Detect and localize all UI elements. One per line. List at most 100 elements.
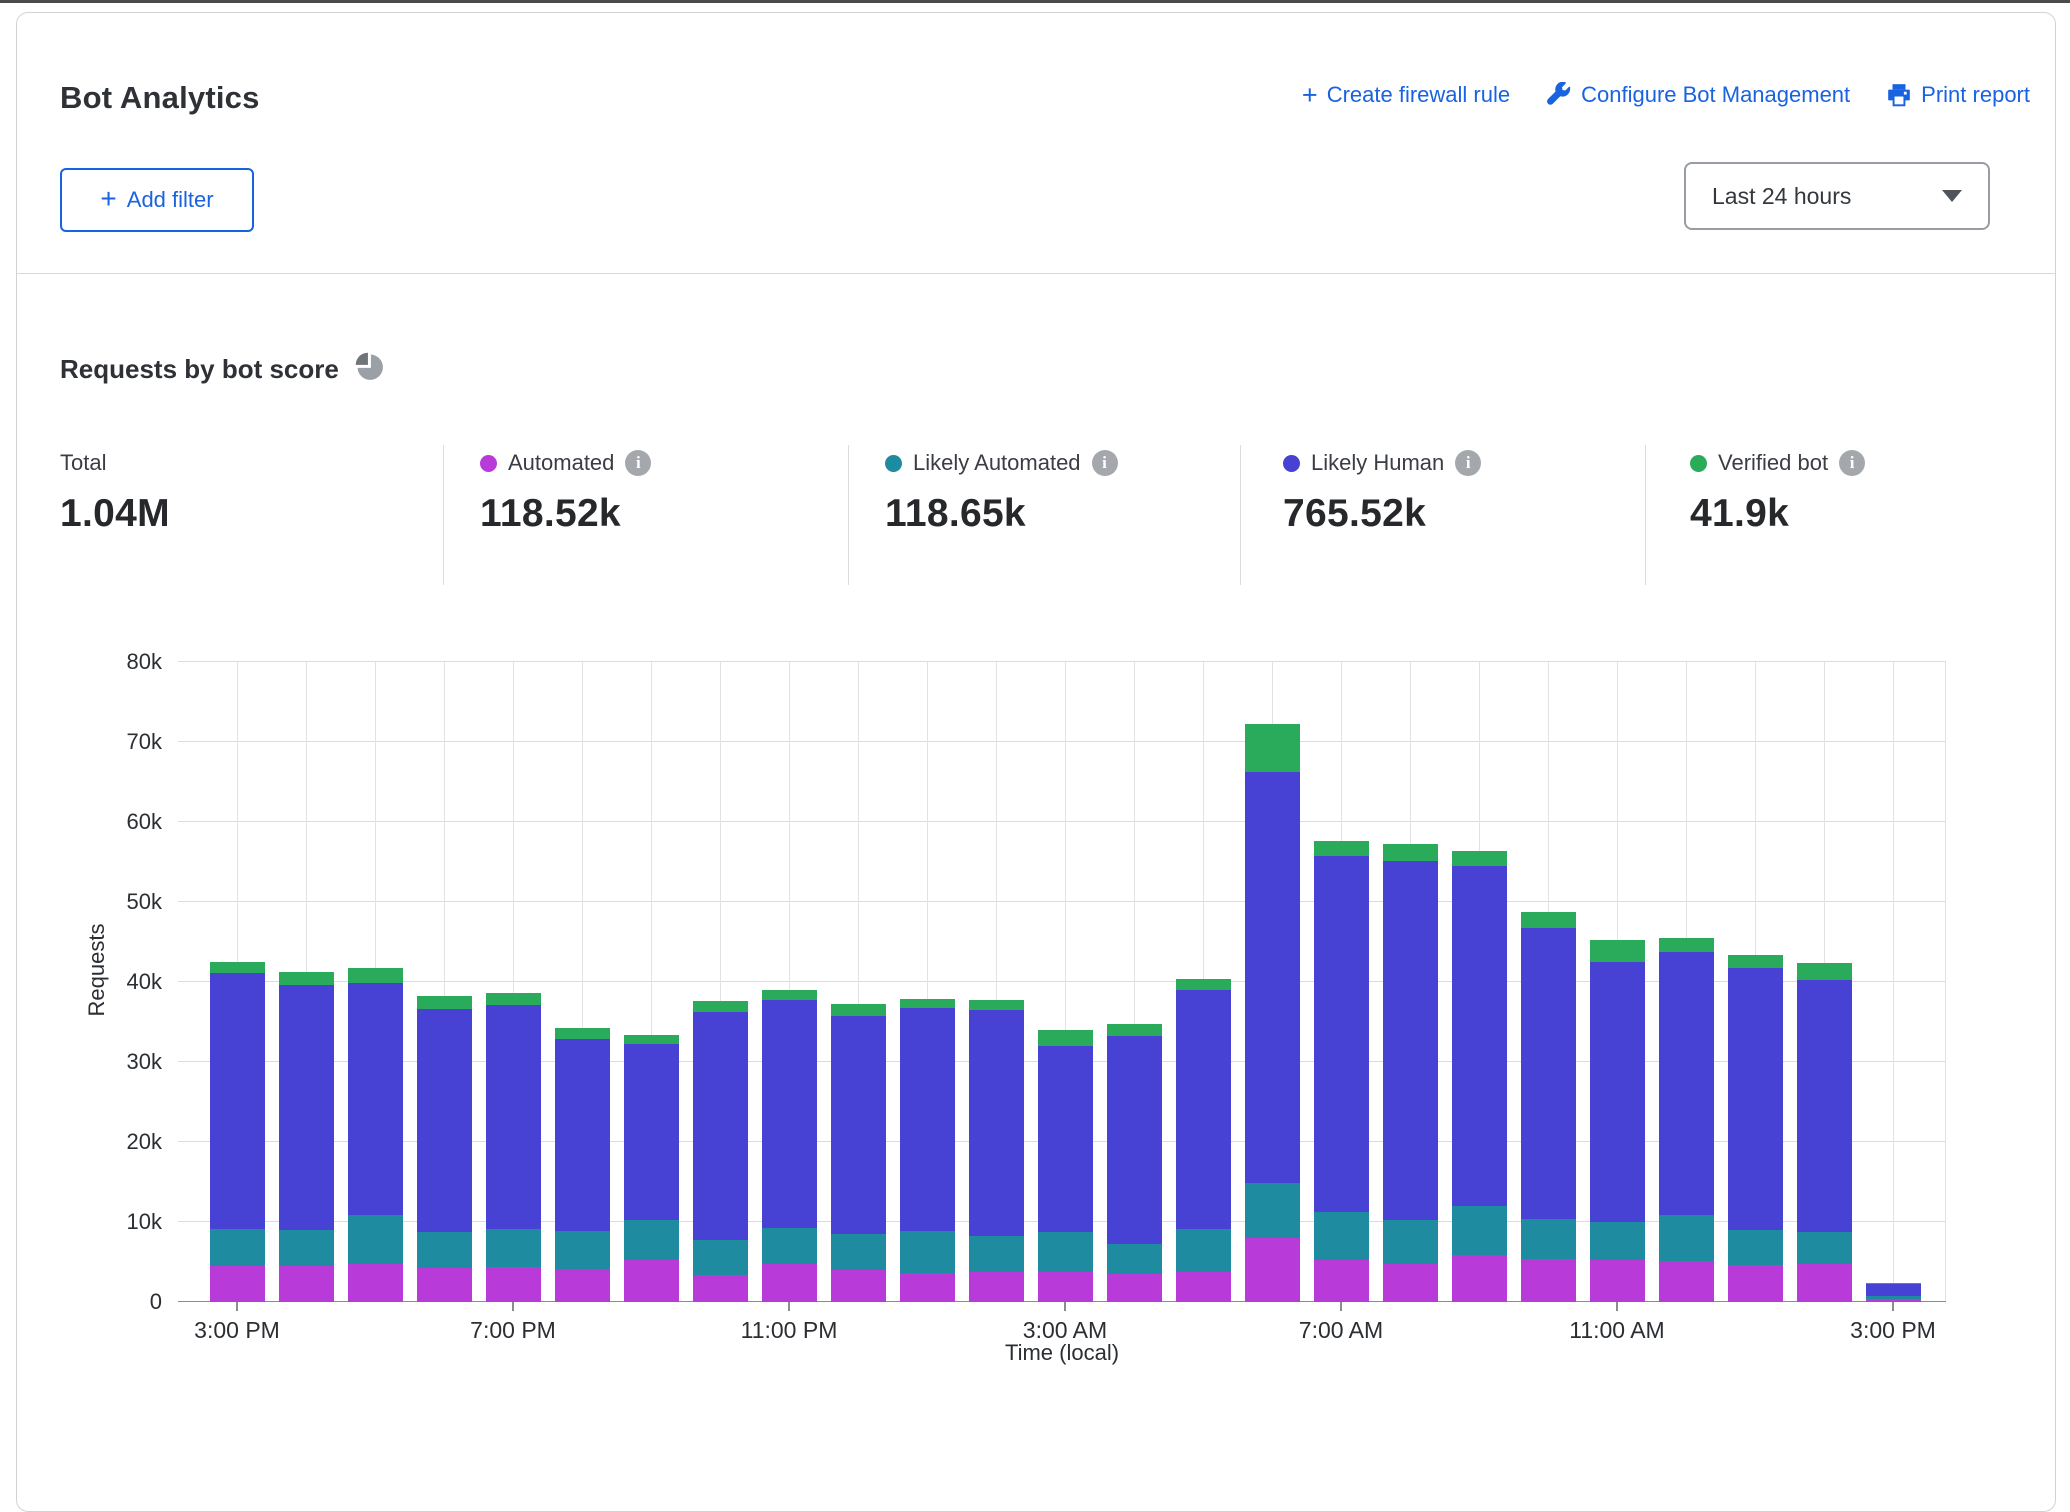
bar-segment-verified-bot[interactable] — [762, 990, 817, 1000]
bar-segment-likely-automated[interactable] — [1314, 1212, 1369, 1260]
bar-segment-likely-human[interactable] — [1107, 1036, 1162, 1245]
bar-segment-automated[interactable] — [1038, 1272, 1093, 1302]
bar-segment-likely-human[interactable] — [1866, 1284, 1921, 1297]
time-range-dropdown[interactable]: Last 24 hours — [1684, 162, 1990, 230]
bar-segment-likely-automated[interactable] — [417, 1232, 472, 1268]
bar-segment-verified-bot[interactable] — [1107, 1024, 1162, 1036]
bar-segment-likely-human[interactable] — [1452, 866, 1507, 1206]
add-filter-button[interactable]: + Add filter — [60, 168, 254, 232]
configure-bot-management-link[interactable]: Configure Bot Management — [1546, 82, 1850, 108]
bar-segment-likely-automated[interactable] — [1383, 1220, 1438, 1264]
bar-segment-likely-automated[interactable] — [693, 1240, 748, 1275]
bar-segment-likely-human[interactable] — [1728, 968, 1783, 1230]
bar-segment-likely-human[interactable] — [348, 983, 403, 1215]
bar-segment-likely-automated[interactable] — [1797, 1232, 1852, 1264]
bar-segment-verified-bot[interactable] — [279, 972, 334, 985]
bar-segment-automated[interactable] — [831, 1270, 886, 1302]
bar-segment-automated[interactable] — [1107, 1274, 1162, 1302]
bar-segment-likely-human[interactable] — [555, 1039, 610, 1231]
bar-segment-likely-automated[interactable] — [210, 1229, 265, 1266]
info-icon[interactable]: i — [1839, 450, 1865, 476]
bar-segment-verified-bot[interactable] — [1659, 938, 1714, 952]
bar-segment-verified-bot[interactable] — [486, 993, 541, 1005]
bar-segment-likely-human[interactable] — [969, 1010, 1024, 1236]
bar-segment-automated[interactable] — [1521, 1259, 1576, 1302]
bar-segment-verified-bot[interactable] — [555, 1028, 610, 1038]
bar-segment-automated[interactable] — [1452, 1255, 1507, 1302]
bar-segment-likely-human[interactable] — [762, 1000, 817, 1228]
bar-segment-likely-automated[interactable] — [1590, 1222, 1645, 1260]
bar-segment-likely-automated[interactable] — [279, 1230, 334, 1266]
bar-segment-automated[interactable] — [210, 1266, 265, 1302]
bar-segment-likely-human[interactable] — [1797, 980, 1852, 1233]
bar-segment-automated[interactable] — [348, 1264, 403, 1302]
bar-segment-verified-bot[interactable] — [831, 1004, 886, 1015]
bar-segment-likely-automated[interactable] — [762, 1228, 817, 1264]
bar-segment-automated[interactable] — [693, 1275, 748, 1302]
bar-segment-likely-automated[interactable] — [969, 1236, 1024, 1272]
bar-segment-automated[interactable] — [1728, 1265, 1783, 1302]
bar-segment-likely-automated[interactable] — [1245, 1183, 1300, 1238]
bar-segment-verified-bot[interactable] — [1521, 912, 1576, 928]
bar-segment-likely-human[interactable] — [417, 1009, 472, 1232]
bar-segment-likely-automated[interactable] — [348, 1215, 403, 1264]
bar-segment-likely-automated[interactable] — [1038, 1232, 1093, 1272]
bar-segment-automated[interactable] — [1797, 1264, 1852, 1302]
bar-segment-likely-human[interactable] — [624, 1044, 679, 1220]
bar-segment-likely-automated[interactable] — [1452, 1206, 1507, 1255]
info-icon[interactable]: i — [1092, 450, 1118, 476]
bar-segment-automated[interactable] — [1383, 1264, 1438, 1302]
bar-segment-automated[interactable] — [1659, 1261, 1714, 1302]
info-icon[interactable]: i — [1455, 450, 1481, 476]
bar-segment-automated[interactable] — [1245, 1238, 1300, 1302]
bar-segment-automated[interactable] — [1314, 1260, 1369, 1302]
create-firewall-rule-link[interactable]: + Create firewall rule — [1302, 82, 1510, 108]
bar-segment-automated[interactable] — [1590, 1260, 1645, 1302]
bar-segment-likely-human[interactable] — [279, 985, 334, 1230]
bar-segment-likely-automated[interactable] — [1866, 1296, 1921, 1298]
bar-segment-verified-bot[interactable] — [1452, 851, 1507, 866]
bar-segment-verified-bot[interactable] — [1176, 979, 1231, 990]
bar-segment-likely-human[interactable] — [1659, 952, 1714, 1215]
bar-segment-automated[interactable] — [1176, 1272, 1231, 1302]
bar-segment-likely-human[interactable] — [1038, 1046, 1093, 1232]
bar-segment-likely-human[interactable] — [831, 1016, 886, 1234]
bar-segment-automated[interactable] — [900, 1273, 955, 1302]
bar-segment-verified-bot[interactable] — [1797, 963, 1852, 980]
bar-segment-likely-human[interactable] — [1245, 772, 1300, 1183]
bar-segment-likely-automated[interactable] — [1107, 1244, 1162, 1274]
bar-segment-likely-automated[interactable] — [1659, 1215, 1714, 1261]
bar-segment-likely-automated[interactable] — [1521, 1219, 1576, 1259]
bar-segment-automated[interactable] — [762, 1264, 817, 1302]
bar-segment-verified-bot[interactable] — [1038, 1030, 1093, 1046]
bar-segment-automated[interactable] — [555, 1269, 610, 1302]
bar-segment-verified-bot[interactable] — [969, 1000, 1024, 1010]
bar-segment-likely-human[interactable] — [900, 1008, 955, 1230]
bar-segment-likely-human[interactable] — [210, 973, 265, 1229]
bar-segment-likely-human[interactable] — [1521, 928, 1576, 1218]
bar-segment-likely-automated[interactable] — [1728, 1230, 1783, 1265]
bar-segment-likely-human[interactable] — [1383, 861, 1438, 1220]
bar-segment-automated[interactable] — [279, 1266, 334, 1302]
bar-segment-likely-automated[interactable] — [1176, 1229, 1231, 1272]
bar-segment-verified-bot[interactable] — [1728, 955, 1783, 968]
bar-segment-likely-automated[interactable] — [486, 1229, 541, 1267]
bar-segment-likely-human[interactable] — [1590, 962, 1645, 1222]
bar-segment-automated[interactable] — [417, 1268, 472, 1302]
bar-segment-verified-bot[interactable] — [348, 968, 403, 983]
bar-segment-verified-bot[interactable] — [1383, 844, 1438, 861]
bar-segment-automated[interactable] — [486, 1267, 541, 1302]
bar-segment-verified-bot[interactable] — [1245, 724, 1300, 772]
bar-segment-verified-bot[interactable] — [417, 996, 472, 1009]
bar-segment-likely-automated[interactable] — [831, 1234, 886, 1270]
bar-segment-likely-human[interactable] — [693, 1012, 748, 1240]
bar-segment-verified-bot[interactable] — [693, 1001, 748, 1011]
bar-segment-automated[interactable] — [969, 1272, 1024, 1302]
bar-segment-likely-human[interactable] — [1176, 990, 1231, 1229]
bar-segment-likely-automated[interactable] — [900, 1231, 955, 1273]
bar-segment-verified-bot[interactable] — [624, 1035, 679, 1044]
bar-segment-likely-automated[interactable] — [624, 1220, 679, 1260]
bar-segment-likely-human[interactable] — [486, 1005, 541, 1229]
bar-segment-verified-bot[interactable] — [1866, 1283, 1921, 1284]
info-icon[interactable]: i — [625, 450, 651, 476]
